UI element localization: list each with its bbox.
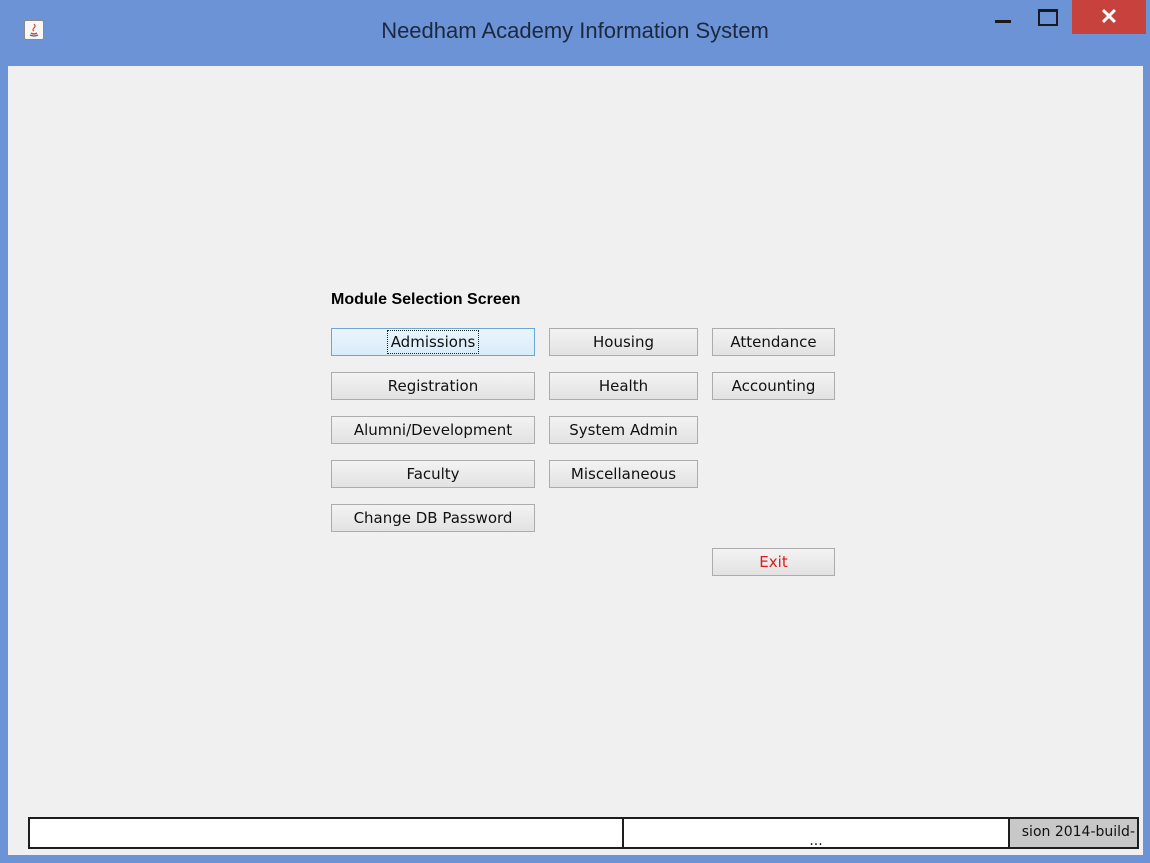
system-admin-button[interactable]: System Admin (549, 416, 698, 444)
status-segment-message (30, 819, 624, 847)
admissions-button-label: Admissions (386, 330, 480, 354)
miscellaneous-button-label: Miscellaneous (570, 465, 677, 483)
miscellaneous-button[interactable]: Miscellaneous (549, 460, 698, 488)
attendance-button-label: Attendance (730, 333, 817, 351)
attendance-button[interactable]: Attendance (712, 328, 835, 356)
change-db-password-button-label: Change DB Password (353, 509, 513, 527)
maximize-icon (1038, 9, 1058, 26)
health-button[interactable]: Health (549, 372, 698, 400)
faculty-button-label: Faculty (406, 465, 460, 483)
health-button-label: Health (598, 377, 649, 395)
accounting-button-label: Accounting (731, 377, 816, 395)
minimize-icon (995, 20, 1011, 23)
system-admin-button-label: System Admin (569, 421, 678, 439)
change-db-password-button[interactable]: Change DB Password (331, 504, 535, 532)
faculty-button[interactable]: Faculty (331, 460, 535, 488)
minimize-button[interactable] (982, 0, 1024, 34)
close-button[interactable]: ✕ (1072, 0, 1146, 34)
title-bar[interactable]: Needham Academy Information System ✕ (0, 0, 1150, 66)
application-window: Needham Academy Information System ✕ Mod… (0, 0, 1150, 863)
status-version-text: sion 2014-build- (1021, 824, 1135, 840)
maximize-button[interactable] (1024, 0, 1070, 34)
accounting-button[interactable]: Accounting (712, 372, 835, 400)
alumni-development-button-label: Alumni/Development (353, 421, 513, 439)
alumni-development-button[interactable]: Alumni/Development (331, 416, 535, 444)
status-segment-version: sion 2014-build- (1010, 819, 1137, 847)
exit-button[interactable]: Exit (712, 548, 835, 576)
registration-button-label: Registration (387, 377, 479, 395)
status-bar: ... sion 2014-build- (28, 817, 1139, 849)
status-segment-progress: ... (624, 819, 1010, 849)
admissions-button[interactable]: Admissions (331, 328, 535, 356)
housing-button[interactable]: Housing (549, 328, 698, 356)
close-icon: ✕ (1099, 4, 1119, 29)
page-title: Module Selection Screen (331, 291, 521, 308)
exit-button-label: Exit (759, 553, 788, 571)
housing-button-label: Housing (593, 333, 654, 351)
registration-button[interactable]: Registration (331, 372, 535, 400)
status-segment-progress-text: ... (809, 833, 823, 849)
window-title: Needham Academy Information System (381, 18, 769, 43)
